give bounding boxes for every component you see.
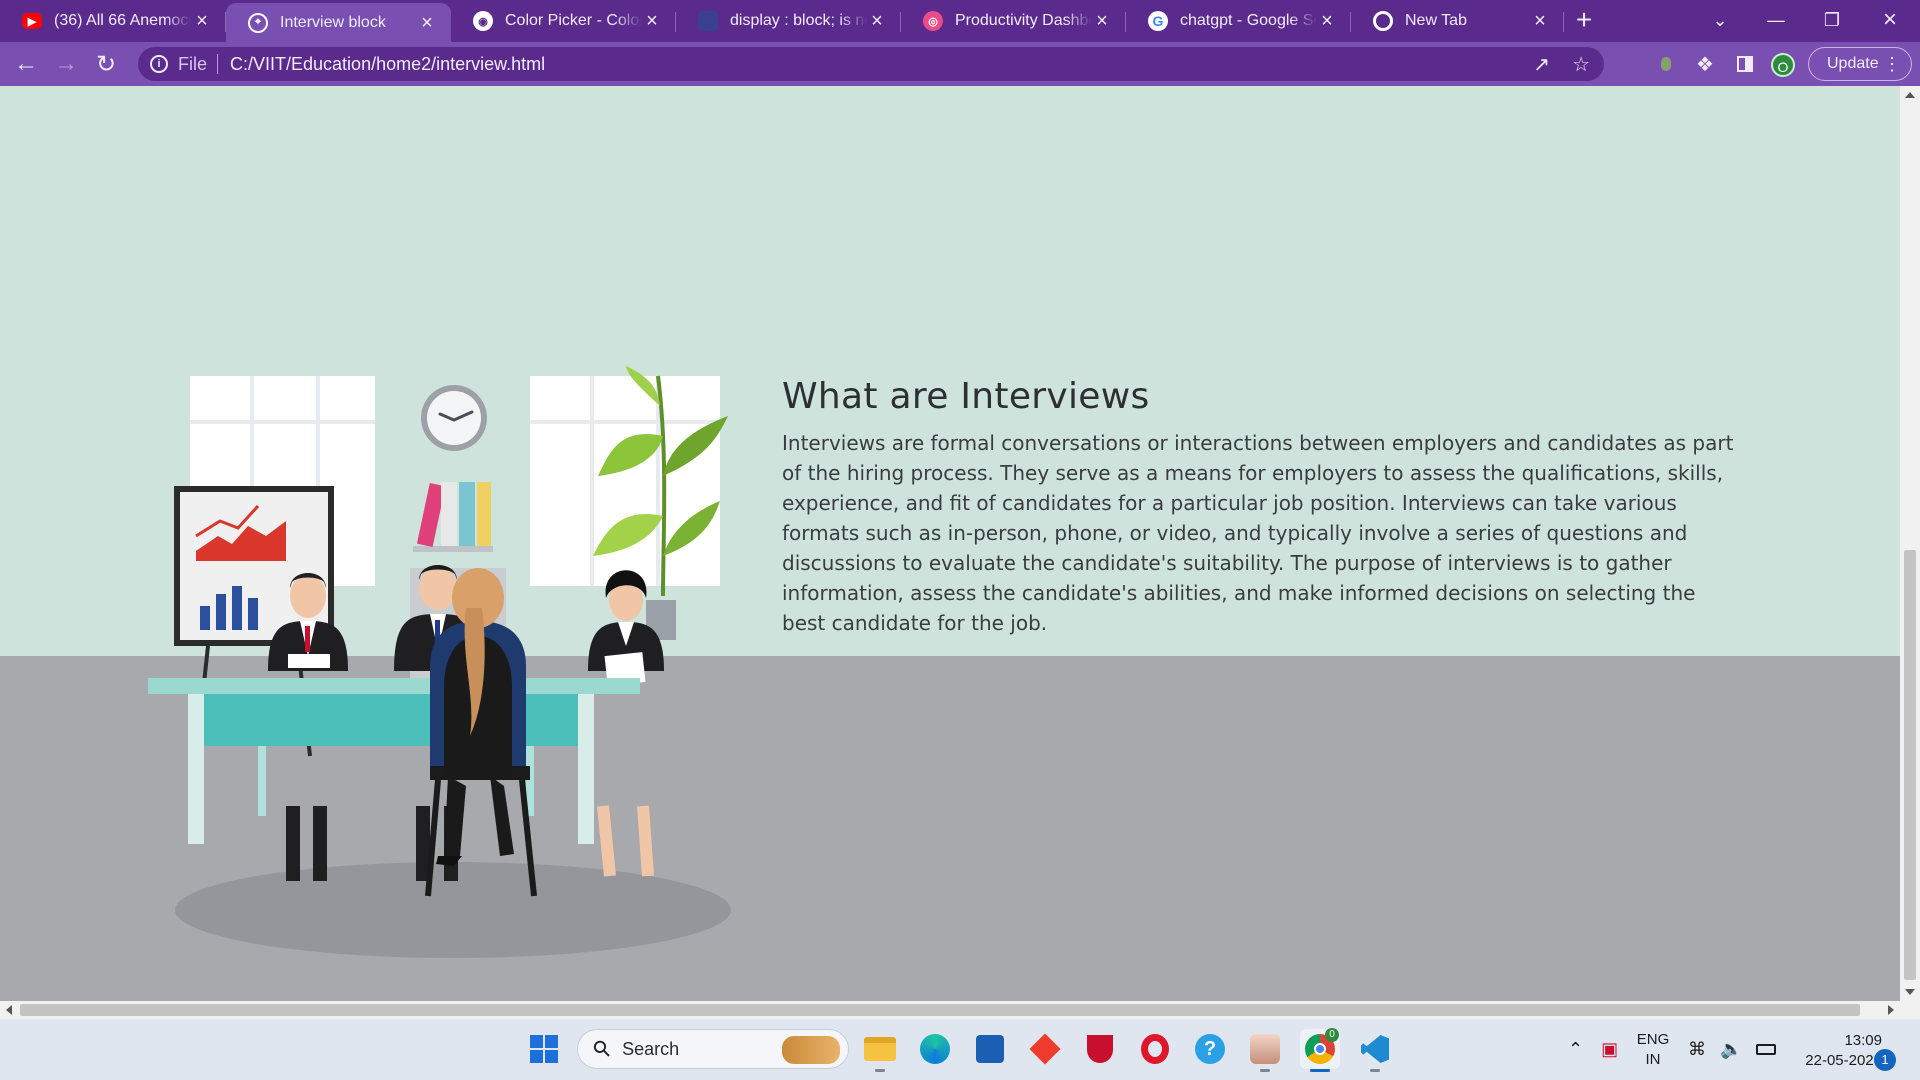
close-icon[interactable]: × <box>1092 11 1112 31</box>
taskbar-search[interactable]: ⚲ Search <box>577 1029 849 1069</box>
anydesk-icon[interactable] <box>1025 1029 1065 1069</box>
forward-button[interactable]: → <box>46 46 86 82</box>
tab-search-chevron-icon[interactable]: ⌄ <box>1692 0 1748 40</box>
page-icon <box>698 11 718 31</box>
tab-label: Interview block <box>280 13 386 31</box>
battery-icon[interactable] <box>1756 1044 1777 1055</box>
close-window-icon[interactable]: × <box>1862 0 1918 40</box>
close-icon[interactable]: × <box>642 11 662 31</box>
wifi-icon[interactable]: ⌘ <box>1688 1039 1706 1060</box>
help-icon[interactable]: ? <box>1190 1029 1230 1069</box>
update-button[interactable]: Update ⋮ <box>1808 47 1912 81</box>
anime-app-icon[interactable] <box>1245 1029 1285 1072</box>
chrome-badge: 0 <box>1325 1028 1339 1042</box>
tab-display-block[interactable]: display : block; is not × <box>676 3 901 39</box>
info-icon[interactable]: i <box>150 55 168 73</box>
tab-new-tab[interactable]: New Tab × <box>1351 3 1564 39</box>
tab-label: chatgpt - Google Sear <box>1180 12 1317 29</box>
scroll-right-arrow-icon[interactable] <box>1888 1005 1894 1015</box>
menu-dots-icon: ⋮ <box>1883 54 1901 74</box>
window-right <box>530 376 720 586</box>
profile-avatar[interactable]: O <box>1771 53 1795 77</box>
horizontal-scrollbar[interactable] <box>0 1001 1920 1019</box>
region-code: IN <box>1645 1051 1661 1068</box>
reload-button[interactable]: ↻ <box>86 46 126 82</box>
tab-interview-block[interactable]: ⌖ Interview block × <box>226 3 451 42</box>
notification-badge[interactable]: 1 <box>1874 1049 1896 1071</box>
edge-icon[interactable] <box>915 1029 955 1069</box>
new-tab-button[interactable]: + <box>1564 3 1604 39</box>
close-icon[interactable]: × <box>1530 11 1550 31</box>
page-viewport: What are Interviews Interviews are forma… <box>0 86 1900 1001</box>
extension-indicator-icon[interactable] <box>1649 47 1683 81</box>
close-icon[interactable]: × <box>192 11 212 31</box>
windows-taskbar: ⚲ Search ? 0 ⌃ ▣ ENG IN ⌘ 🔈 13:09 22-05-… <box>0 1019 1920 1080</box>
scroll-left-arrow-icon[interactable] <box>6 1005 12 1015</box>
search-label: Search <box>622 1038 680 1059</box>
close-icon[interactable]: × <box>1317 11 1337 31</box>
address-scheme: File <box>178 53 208 74</box>
volume-icon[interactable]: 🔈 <box>1720 1039 1742 1060</box>
share-icon[interactable]: ↗ <box>1533 52 1550 77</box>
binders-shelf <box>413 482 493 552</box>
tab-label: display : block; is not <box>730 12 867 29</box>
chrome-taskbar-icon[interactable]: 0 <box>1300 1028 1340 1072</box>
system-clock[interactable]: 13:09 22-05-2023 <box>1782 1031 1882 1071</box>
vertical-scroll-thumb[interactable] <box>1904 550 1916 980</box>
conference-table <box>148 678 640 844</box>
wall-clock <box>421 385 487 451</box>
microsoft-store-icon[interactable] <box>970 1029 1010 1069</box>
browser-toolbar: ← → ↻ i File C:/VIIT/Education/home2/int… <box>0 42 1920 86</box>
scroll-up-arrow-icon[interactable] <box>1905 92 1915 98</box>
minimize-icon[interactable]: — <box>1748 0 1804 40</box>
address-url[interactable]: C:/VIIT/Education/home2/interview.html <box>230 54 545 75</box>
clock-time: 13:09 <box>1844 1032 1882 1049</box>
gift-icon[interactable]: ▣ <box>1601 1039 1618 1060</box>
vscode-icon[interactable] <box>1355 1029 1395 1072</box>
opera-icon[interactable] <box>1135 1029 1175 1069</box>
bookmark-star-icon[interactable]: ☆ <box>1572 52 1590 77</box>
chrome-icon <box>1373 11 1393 31</box>
interview-illustration <box>148 366 731 958</box>
show-hidden-icons-chevron-icon[interactable]: ⌃ <box>1568 1039 1583 1060</box>
color-picker-icon: ◉ <box>473 11 493 31</box>
language-indicator[interactable]: ENG IN <box>1636 1030 1670 1070</box>
scroll-down-arrow-icon[interactable] <box>1905 989 1915 995</box>
side-panel-icon[interactable] <box>1728 47 1762 81</box>
clock-date: 22-05-2023 <box>1805 1052 1882 1069</box>
tab-strip: ▶ (36) All 66 Anemoculu × ⌖ Interview bl… <box>0 0 1920 42</box>
interview-description: Interviews are formal conversations or i… <box>782 431 1734 635</box>
address-bar[interactable]: i File C:/VIIT/Education/home2/interview… <box>138 47 1604 81</box>
language-code: ENG <box>1636 1031 1670 1048</box>
back-button[interactable]: ← <box>6 46 46 82</box>
tab-productivity-dashboard[interactable]: ◎ Productivity Dashboar × <box>901 3 1126 39</box>
tab-youtube[interactable]: ▶ (36) All 66 Anemoculu × <box>0 3 226 39</box>
dribbble-icon: ◎ <box>923 11 943 31</box>
update-label: Update <box>1827 55 1879 72</box>
close-icon[interactable]: × <box>867 11 887 31</box>
tab-color-picker[interactable]: ◉ Color Picker - Color fr × <box>451 3 676 39</box>
tab-label: New Tab <box>1405 12 1467 29</box>
globe-icon: ⌖ <box>248 12 268 33</box>
mcafee-icon[interactable] <box>1080 1029 1120 1069</box>
vertical-scrollbar[interactable] <box>1900 86 1920 1001</box>
youtube-icon: ▶ <box>22 13 42 29</box>
close-icon[interactable]: × <box>417 13 437 33</box>
google-icon: G <box>1148 11 1168 31</box>
tab-label: Productivity Dashboar <box>955 12 1092 29</box>
tab-label: Color Picker - Color fr <box>505 12 642 29</box>
search-icon: ⚲ <box>587 1034 617 1064</box>
windows-start-icon[interactable] <box>524 1029 564 1069</box>
page-heading: What are Interviews <box>782 376 1150 417</box>
tab-label: (36) All 66 Anemoculu <box>54 12 192 29</box>
horizontal-scroll-thumb[interactable] <box>20 1004 1860 1016</box>
tab-google-search[interactable]: G chatgpt - Google Sear × <box>1126 3 1351 39</box>
file-explorer-icon[interactable] <box>860 1029 900 1072</box>
search-highlight-icon <box>782 1036 840 1064</box>
extensions-puzzle-icon[interactable]: ❖ <box>1688 47 1722 81</box>
restore-icon[interactable]: ❐ <box>1804 0 1860 40</box>
address-divider <box>217 54 219 74</box>
